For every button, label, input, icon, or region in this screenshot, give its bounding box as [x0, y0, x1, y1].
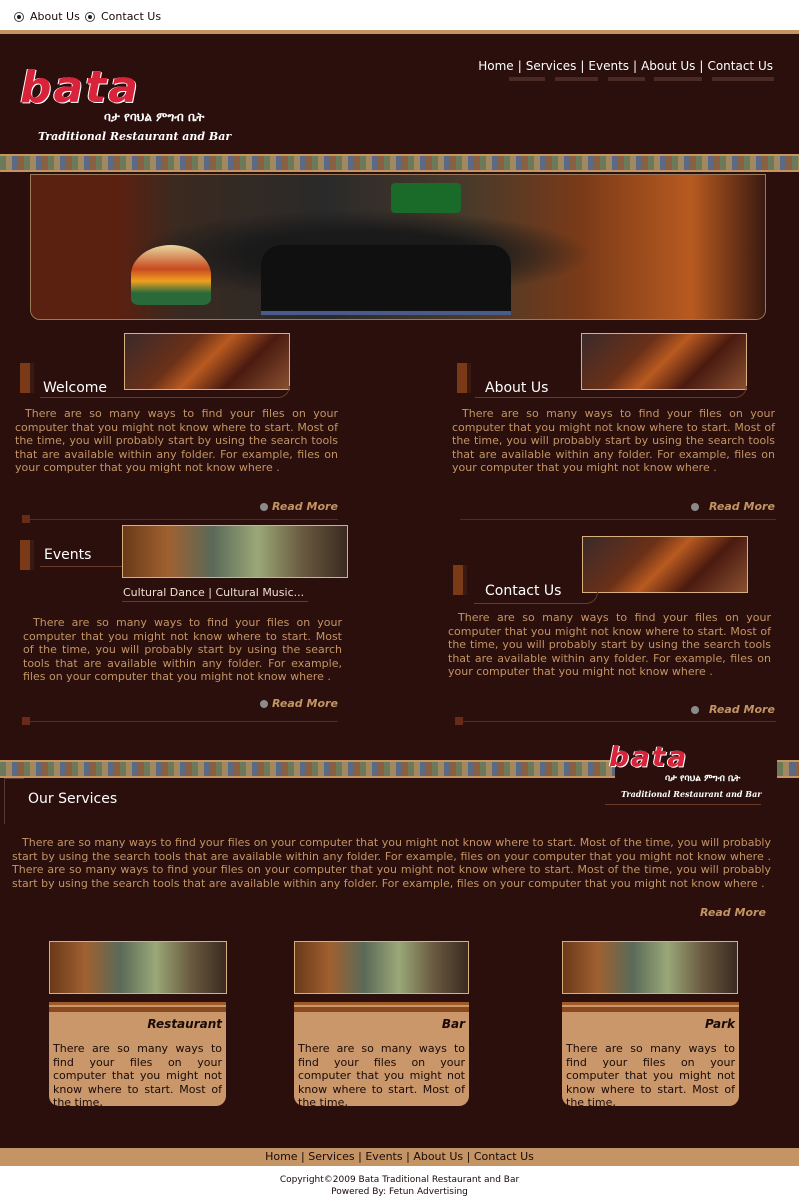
events-read-more[interactable]: Read More	[260, 697, 338, 710]
nav-underline	[712, 77, 774, 81]
card-top-bar	[294, 1002, 469, 1012]
events-title: Events	[44, 547, 92, 563]
caption-underline	[122, 601, 308, 602]
footer-link-events[interactable]: Events	[365, 1150, 402, 1163]
top-link-about-label: About Us	[30, 10, 80, 23]
footer: Copyright©2009 Bata Traditional Restaura…	[0, 1166, 799, 1200]
site-logo[interactable]: bata ባታ የባህል ምግብ ቤት Traditional Restaura…	[12, 44, 272, 148]
about-read-more[interactable]: Read More	[691, 500, 775, 513]
events-caption[interactable]: Cultural Dance | Cultural Music...	[123, 586, 304, 599]
logo-subtitle: Traditional Restaurant and Bar	[621, 789, 762, 799]
section-bar-icon	[453, 565, 467, 595]
logo-mark: bata	[20, 62, 140, 113]
hero-drums	[391, 183, 461, 213]
about-thumbnail	[581, 333, 747, 390]
top-link-about[interactable]: About Us	[14, 10, 80, 23]
events-thumbnail	[122, 525, 348, 578]
section-bar-icon	[20, 540, 34, 570]
decorative-band	[0, 760, 615, 778]
card-top-bar	[562, 1002, 739, 1012]
decorative-band	[0, 154, 799, 172]
card-text: There are so many ways to find your file…	[566, 1042, 735, 1109]
top-link-contact-label: Contact Us	[101, 10, 162, 23]
nav-underline	[555, 77, 598, 81]
card-title: Bar	[441, 1017, 465, 1031]
card-title: Park	[704, 1017, 735, 1031]
park-thumbnail	[562, 941, 738, 994]
welcome-text: There are so many ways to find your file…	[15, 407, 338, 474]
services-corner-ornament	[4, 778, 24, 824]
services-read-more[interactable]: Read More	[700, 906, 766, 919]
park-card[interactable]: Park There are so many ways to find your…	[562, 1002, 739, 1109]
divider-square	[22, 717, 30, 725]
main-nav: Home | Services | Events | About Us | Contac…	[478, 59, 773, 73]
section-bar-icon	[20, 363, 34, 393]
footer-nav: Home | Services | Events | About Us | Co…	[0, 1148, 799, 1166]
events-text: There are so many ways to find your file…	[23, 616, 342, 683]
welcome-thumbnail	[124, 333, 290, 390]
radio-bullet-icon	[85, 11, 95, 22]
hero-basket	[131, 245, 211, 305]
services-title: Our Services	[28, 791, 118, 807]
hero-stage	[261, 245, 511, 315]
nav-about[interactable]: About Us	[641, 59, 695, 73]
divider-line	[30, 721, 338, 722]
divider-line	[460, 519, 776, 520]
contact-text: There are so many ways to find your file…	[448, 611, 771, 678]
title-underline	[475, 386, 747, 398]
title-underline	[40, 566, 122, 567]
logo-mark: bata	[609, 740, 689, 773]
divider-line	[463, 721, 776, 722]
title-underline	[40, 386, 290, 398]
divider-square	[455, 717, 463, 725]
card-text: There are so many ways to find your file…	[53, 1042, 222, 1109]
nav-contact[interactable]: Contact Us	[707, 59, 773, 73]
logo-underline	[605, 804, 761, 805]
bar-card[interactable]: Bar There are so many ways to find your …	[294, 1002, 469, 1109]
nav-services[interactable]: Services	[526, 59, 577, 73]
card-text: There are so many ways to find your file…	[298, 1042, 465, 1109]
decorative-band	[777, 760, 799, 778]
services-logo: bata ባታ የባህል ምግብ ቤት Traditional Restaura…	[605, 736, 765, 806]
nav-underline	[654, 77, 702, 81]
footer-copyright: Copyright©2009 Bata Traditional Restaura…	[279, 1175, 520, 1185]
bullet-dot-icon	[260, 699, 268, 708]
footer-link-services[interactable]: Services	[308, 1150, 354, 1163]
card-title: Restaurant	[147, 1017, 222, 1031]
footer-powered-by: Powered By: Fetun Advertising	[331, 1187, 468, 1197]
nav-underline	[509, 77, 545, 81]
nav-home[interactable]: Home	[478, 59, 513, 73]
logo-subtitle: Traditional Restaurant and Bar	[38, 130, 232, 143]
welcome-read-more[interactable]: Read More	[260, 500, 338, 513]
services-text: There are so many ways to find your file…	[12, 836, 771, 890]
bullet-dot-icon	[260, 502, 268, 511]
bar-thumbnail	[294, 941, 469, 994]
nav-underline	[608, 77, 645, 81]
hero-image	[30, 174, 766, 320]
divider-line	[30, 519, 338, 520]
contact-thumbnail	[582, 536, 748, 593]
title-underline	[474, 592, 598, 604]
restaurant-card[interactable]: Restaurant There are so many ways to fin…	[49, 1002, 226, 1109]
divider-square	[22, 515, 30, 523]
footer-link-home[interactable]: Home	[265, 1150, 297, 1163]
about-text: There are so many ways to find your file…	[452, 407, 775, 474]
nav-events[interactable]: Events	[588, 59, 629, 73]
restaurant-thumbnail	[49, 941, 227, 994]
bullet-dot-icon	[691, 705, 699, 714]
footer-link-contact[interactable]: Contact Us	[474, 1150, 534, 1163]
bullet-dot-icon	[691, 502, 699, 511]
logo-amharic: ባታ የባህል ምግብ ቤት	[665, 774, 741, 784]
card-top-bar	[49, 1002, 226, 1012]
top-link-contact[interactable]: Contact Us	[85, 10, 161, 23]
contact-read-more[interactable]: Read More	[691, 703, 775, 716]
radio-bullet-icon	[14, 11, 24, 22]
footer-link-about[interactable]: About Us	[413, 1150, 463, 1163]
logo-amharic: ባታ የባህል ምግብ ቤት	[104, 110, 205, 124]
section-bar-icon	[457, 363, 471, 393]
